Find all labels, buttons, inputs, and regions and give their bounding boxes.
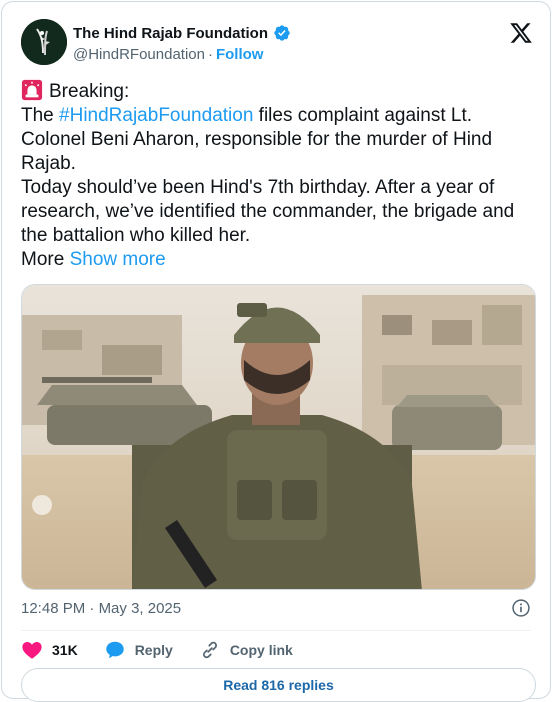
- account-handle[interactable]: @HindRFoundation: [73, 46, 205, 63]
- breaking-label: Breaking:: [49, 81, 130, 102]
- link-icon: [202, 641, 217, 659]
- handle-row: @HindRFoundation · Follow: [73, 46, 263, 63]
- show-more-link[interactable]: Show more: [70, 249, 166, 270]
- post-more-line: More Show more: [21, 248, 536, 272]
- post-line-2: The #HindRajabFoundation files complaint…: [21, 104, 536, 176]
- x-logo-icon[interactable]: [509, 21, 533, 45]
- divider: [21, 630, 531, 631]
- read-replies-button[interactable]: Read 816 replies: [21, 668, 536, 702]
- heart-icon: [22, 642, 42, 659]
- post-text-prefix: The: [21, 105, 60, 126]
- info-icon[interactable]: [511, 598, 531, 618]
- siren-icon: [21, 79, 43, 101]
- post-line-1: Breaking:: [21, 79, 536, 104]
- more-prefix: More: [21, 249, 65, 270]
- verified-badge-icon: [274, 25, 290, 41]
- post-text: Breaking: The #HindRajabFoundation files…: [21, 79, 536, 272]
- soldier-photo: [22, 285, 535, 589]
- post-line-3: Today should’ve been Hind's 7th birthday…: [21, 177, 515, 246]
- hashtag-link[interactable]: #HindRajabFoundation: [59, 105, 253, 126]
- action-bar: 31K Reply Copy link: [21, 638, 319, 662]
- reply-button[interactable]: Reply: [104, 639, 173, 661]
- time-separator: ·: [89, 600, 95, 617]
- handle-separator: ·: [207, 46, 213, 63]
- avatar[interactable]: [21, 19, 67, 65]
- account-name-row: The Hind Rajab Foundation: [73, 24, 291, 42]
- likes-count: 31K: [52, 642, 78, 658]
- copy-link-button[interactable]: Copy link: [199, 639, 293, 661]
- copy-link-label: Copy link: [229, 642, 293, 658]
- reply-bubble-icon: [105, 641, 124, 659]
- account-name[interactable]: The Hind Rajab Foundation: [73, 25, 268, 42]
- post-date: May 3, 2025: [98, 600, 182, 617]
- reply-label: Reply: [134, 642, 173, 658]
- post-card: The Hind Rajab Foundation @HindRFoundati…: [1, 1, 551, 702]
- like-button[interactable]: 31K: [21, 639, 78, 661]
- timestamp[interactable]: 12:48 PM · May 3, 2025: [21, 600, 181, 617]
- post-image[interactable]: [21, 284, 536, 590]
- follow-button[interactable]: Follow: [216, 46, 264, 63]
- post-time: 12:48 PM: [21, 600, 86, 617]
